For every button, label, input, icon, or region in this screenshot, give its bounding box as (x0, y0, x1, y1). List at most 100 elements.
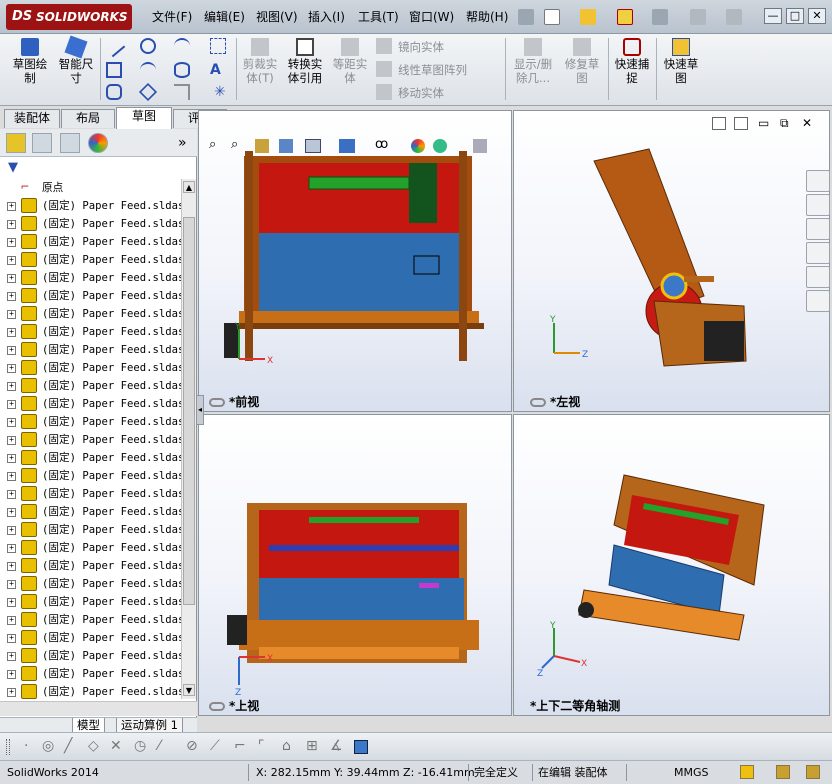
convert-entities-button[interactable]: 转换实体引用 (283, 38, 327, 85)
menu-edit[interactable]: 编辑(E) (204, 9, 245, 25)
tree-item-subassembly[interactable]: + (固定) Paper Feed.sldas (0, 305, 182, 323)
link-views-icon[interactable] (209, 702, 225, 711)
viewport-front[interactable]: ⌕ ⌕ ꝏ Y X *前视 (198, 110, 512, 412)
spline-icon[interactable] (174, 38, 190, 54)
scroll-thumb[interactable] (183, 217, 195, 605)
fillet-icon[interactable] (174, 84, 190, 100)
solidworks-logo[interactable]: DS SOLIDWORKS (6, 4, 132, 30)
menu-file[interactable]: 文件(F) (152, 9, 192, 25)
tree-item-subassembly[interactable]: + (固定) Paper Feed.sldas (0, 197, 182, 215)
notification-icon[interactable] (806, 765, 820, 779)
left-view-model[interactable] (514, 111, 830, 412)
sketch-button[interactable]: 草图绘制 (8, 38, 52, 85)
expand-node-icon[interactable]: + (7, 382, 16, 391)
help-status-icon[interactable] (776, 765, 790, 779)
circle-icon[interactable] (140, 38, 156, 54)
tab-motion-study[interactable]: 运动算例 1 (116, 718, 183, 733)
tab-sketch[interactable]: 草图 (116, 107, 172, 129)
expand-node-icon[interactable]: + (7, 328, 16, 337)
construction-geometry-icon[interactable] (210, 38, 226, 54)
polygon-icon[interactable] (138, 82, 158, 102)
link-views-icon[interactable] (530, 398, 546, 407)
expand-node-icon[interactable]: + (7, 652, 16, 661)
tree-item-subassembly[interactable]: + (固定) Paper Feed.sldas (0, 503, 182, 521)
slot-icon[interactable] (106, 84, 122, 100)
circle-tool-icon[interactable]: ◎ (42, 738, 54, 754)
tree-item-subassembly[interactable]: + (固定) Paper Feed.sldas (0, 215, 182, 233)
viewport-isometric[interactable]: Y X Z *上下二等角轴测 (513, 414, 830, 716)
expand-node-icon[interactable]: + (7, 562, 16, 571)
expand-node-icon[interactable]: + (7, 310, 16, 319)
tab-assembly[interactable]: 装配体 (4, 109, 60, 128)
polygon-tool-icon[interactable]: ◇ (88, 738, 99, 754)
print-icon[interactable] (652, 9, 668, 25)
pin-icon[interactable] (518, 9, 534, 25)
linear-pattern-button[interactable]: 线性草图阵列 (398, 63, 467, 77)
status-units[interactable]: MMGS (670, 762, 713, 783)
tree-item-subassembly[interactable]: + (固定) Paper Feed.sldas (0, 341, 182, 359)
expand-node-icon[interactable]: + (7, 472, 16, 481)
expand-node-icon[interactable]: + (7, 346, 16, 355)
tree-item-subassembly[interactable]: + (固定) Paper Feed.sldas (0, 629, 182, 647)
scroll-up-arrow[interactable]: ▲ (183, 181, 195, 193)
expand-node-icon[interactable]: + (7, 292, 16, 301)
tree-scrollbar[interactable]: ▲ ▼ (181, 179, 196, 699)
tree-item-subassembly[interactable]: + (固定) Paper Feed.sldas (0, 395, 182, 413)
menu-view[interactable]: 视图(V) (256, 9, 298, 25)
tree-item-subassembly[interactable]: + (固定) Paper Feed.sldas (0, 359, 182, 377)
cross-tool-icon[interactable]: ✕ (110, 738, 122, 754)
ellipse-icon[interactable] (174, 62, 190, 78)
tree-item-subassembly[interactable]: + (固定) Paper Feed.sldas (0, 683, 182, 699)
tree-item-subassembly[interactable]: + (固定) Paper Feed.sldas (0, 323, 182, 341)
expand-node-icon[interactable]: + (7, 490, 16, 499)
expand-node-icon[interactable]: + (7, 274, 16, 283)
quick-snap-tool-icon[interactable] (354, 740, 368, 754)
configuration-manager-icon[interactable] (60, 133, 80, 153)
tree-item-subassembly[interactable]: + (固定) Paper Feed.sldas (0, 539, 182, 557)
point-tool-icon[interactable]: · (24, 738, 28, 754)
tree-item-subassembly[interactable]: + (固定) Paper Feed.sldas (0, 467, 182, 485)
tree-item-subassembly[interactable]: + (固定) Paper Feed.sldas (0, 449, 182, 467)
grid-tool-icon[interactable]: ⊞ (306, 738, 318, 754)
tree-item-subassembly[interactable]: + (固定) Paper Feed.sldas (0, 431, 182, 449)
move-entities-button[interactable]: 移动实体 (398, 86, 444, 100)
tree-item-subassembly[interactable]: + (固定) Paper Feed.sldas (0, 557, 182, 575)
trim-tool-icon[interactable]: ⟋ (210, 738, 220, 754)
tree-item-subassembly[interactable]: + (固定) Paper Feed.sldas (0, 413, 182, 431)
menu-tools[interactable]: 工具(T) (358, 9, 399, 25)
menu-insert[interactable]: 插入(I) (308, 9, 345, 25)
expand-node-icon[interactable]: + (7, 418, 16, 427)
expand-node-icon[interactable]: + (7, 220, 16, 229)
appearances-scenes-icon[interactable] (806, 266, 830, 288)
expand-node-icon[interactable]: + (7, 436, 16, 445)
grid-snap-icon[interactable]: ⌜ (258, 738, 265, 754)
tree-item-subassembly[interactable]: + (固定) Paper Feed.sldas (0, 611, 182, 629)
trim-entities-button[interactable]: 剪裁实体(T) (239, 38, 281, 85)
property-manager-icon[interactable] (32, 133, 52, 153)
viewport-top[interactable]: Z X *上视 (198, 414, 512, 716)
new-document-icon[interactable] (544, 9, 560, 25)
arc-icon[interactable] (140, 62, 156, 78)
snap-tool-icon[interactable]: ⌂ (282, 738, 291, 754)
smart-dimension-button[interactable]: 智能尺寸 (55, 35, 97, 85)
tab-model[interactable]: 模型 (72, 718, 105, 733)
rebuild-warning-icon[interactable] (617, 9, 633, 25)
tree-item-subassembly[interactable]: + (固定) Paper Feed.sldas (0, 377, 182, 395)
angle-tool-icon[interactable]: ∡ (330, 738, 343, 754)
rapid-sketch-button[interactable]: 快速草图 (659, 38, 703, 85)
line-icon[interactable] (102, 34, 126, 58)
offset-tool-icon[interactable]: ◷ (134, 738, 146, 754)
expand-node-icon[interactable]: + (7, 670, 16, 679)
expand-node-icon[interactable]: + (7, 598, 16, 607)
rectangle-icon[interactable] (106, 62, 122, 78)
tree-item-subassembly[interactable]: + (固定) Paper Feed.sldas (0, 251, 182, 269)
rebuild-status-icon[interactable] (740, 765, 754, 779)
expand-node-icon[interactable]: + (7, 634, 16, 643)
tree-hscrollbar[interactable] (0, 701, 197, 716)
viewport-left[interactable]: ▭ ⧉ ✕ Y Z *左视 (513, 110, 830, 412)
expand-node-icon[interactable]: + (7, 400, 16, 409)
filter-icon[interactable]: ▼ (8, 160, 18, 175)
link-views-icon[interactable] (209, 398, 225, 407)
point-icon[interactable]: ✳ (214, 84, 230, 100)
tangent-tool-icon[interactable]: ⁄ (158, 738, 160, 754)
